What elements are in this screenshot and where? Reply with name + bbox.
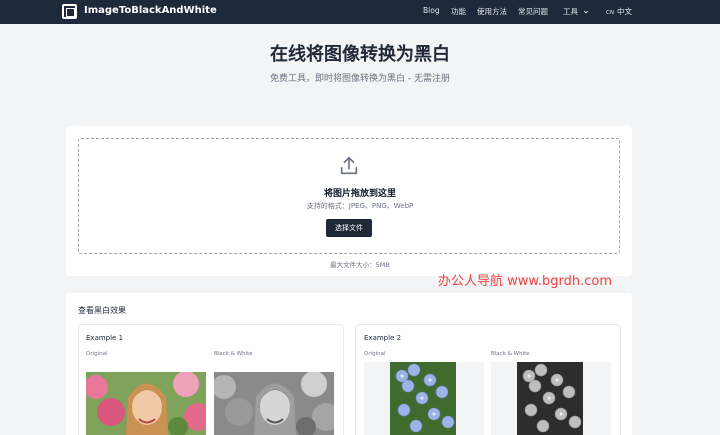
watermark-text: 办公人导航 www.bgrdh.com	[438, 274, 612, 289]
language-switcher[interactable]: CN 中文	[606, 6, 632, 17]
example-2-bw-image	[491, 362, 611, 435]
chevron-down-icon	[584, 10, 589, 14]
example-1-bw-label: Black & White	[214, 351, 253, 357]
brand-name[interactable]: ImageToBlackAndWhite	[84, 5, 217, 16]
drop-title: 将图片拖放到这里	[323, 189, 396, 199]
nav-faq[interactable]: 常见问题	[518, 6, 548, 17]
nav-usage[interactable]: 使用方法	[477, 6, 507, 17]
example-2-original-label: Original	[364, 351, 386, 357]
example-1-original-label: Original	[86, 351, 108, 357]
nav-tools-label: 工具	[563, 7, 578, 16]
logo-icon[interactable]	[62, 4, 77, 19]
max-file-size: 最大文件大小：5MB	[330, 261, 390, 269]
supported-formats: 支持的格式：JPEG、PNG、WebP	[306, 202, 414, 210]
lang-label: 中文	[616, 7, 632, 16]
choose-file-button[interactable]: 选择文件	[326, 219, 372, 237]
page-subtitle: 免费工具，即时将图像转换为黑白 - 无需注册	[270, 74, 450, 84]
page-title: 在线将图像转换为黑白	[270, 44, 450, 65]
example-1-bw-image	[214, 372, 334, 435]
lang-flag: CN	[606, 10, 614, 16]
examples-heading: 查看黑白效果	[78, 306, 126, 315]
nav-blog[interactable]: Blog	[423, 6, 440, 15]
example-1-original-image	[86, 372, 206, 435]
example-2-title: Example 2	[364, 334, 402, 342]
example-2-original-image	[364, 362, 484, 435]
top-navbar: ImageToBlackAndWhite Blog 功能 使用方法 常见问题 工…	[0, 0, 720, 24]
example-2-bw-label: Black & White	[491, 351, 530, 357]
upload-icon	[340, 156, 358, 175]
nav-tools-dropdown[interactable]: 工具	[563, 6, 589, 17]
example-1-title: Example 1	[86, 334, 124, 342]
nav-features[interactable]: 功能	[451, 6, 466, 17]
